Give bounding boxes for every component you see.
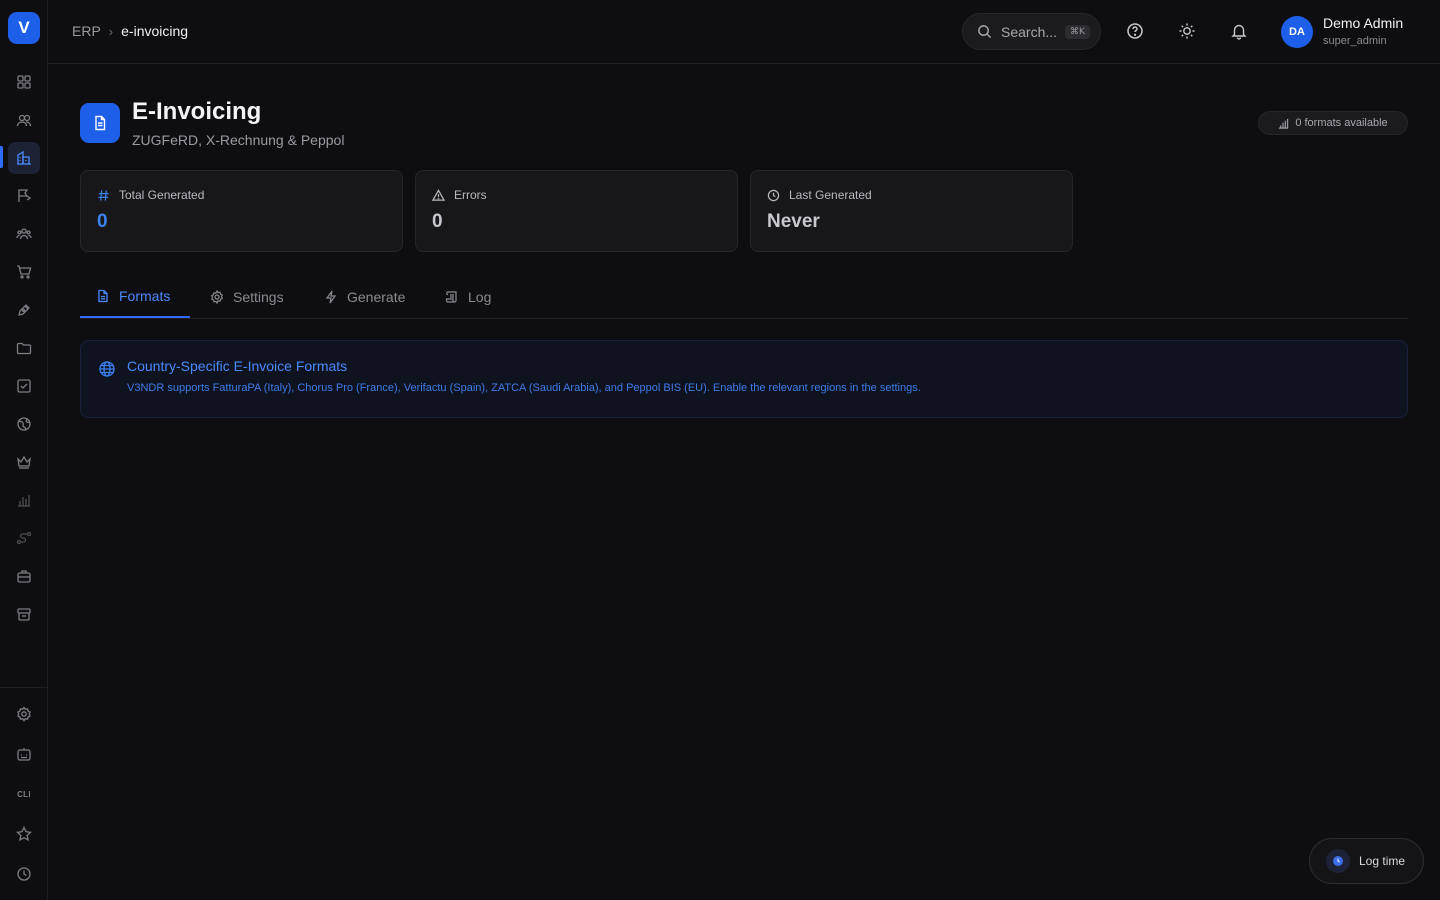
dashboard-grid-icon[interactable] [8, 66, 40, 98]
folder-icon[interactable] [8, 332, 40, 364]
info-title: Country-Specific E-Invoice Formats [127, 358, 348, 374]
chevron-right-icon: › [108, 23, 114, 39]
avatar[interactable]: DA [1281, 16, 1313, 48]
search-placeholder: Search... [1001, 23, 1058, 40]
stat-value: 0 [97, 211, 108, 232]
star-icon[interactable] [8, 818, 40, 850]
tab-generate[interactable]: Generate [308, 275, 421, 318]
stat-card-total-generated: Total Generated 0 [80, 170, 403, 252]
user-role: super_admin [1323, 35, 1387, 47]
cli-button[interactable]: CLI [8, 778, 40, 810]
pen-icon[interactable] [8, 294, 40, 326]
formats-badge: 0 formats available [1258, 111, 1408, 135]
globe-icon[interactable] [8, 408, 40, 440]
tab-label: Settings [233, 288, 284, 305]
user-name[interactable]: Demo Admin [1323, 15, 1403, 31]
cart-icon[interactable] [8, 256, 40, 288]
tab-formats[interactable]: Formats [80, 275, 190, 318]
team-icon[interactable] [8, 218, 40, 250]
log-time-label: Log time [1359, 854, 1406, 868]
page-subtitle: ZUGFeRD, X-Rechnung & Peppol [132, 132, 345, 148]
stat-label: Errors [454, 188, 487, 202]
info-callout: Country-Specific E-Invoice Formats V3NDR… [80, 340, 1408, 418]
breadcrumb: ERP › e-invoicing [72, 23, 188, 39]
tab-settings[interactable]: Settings [194, 275, 300, 318]
page-title: E-Invoicing [132, 98, 262, 125]
globe-icon [98, 360, 116, 378]
sidebar: V CLI [0, 0, 48, 900]
checkbox-icon[interactable] [8, 370, 40, 402]
route-icon[interactable] [8, 522, 40, 554]
gear-icon [210, 289, 233, 304]
hash-icon [97, 189, 119, 202]
settings-icon[interactable] [8, 698, 40, 730]
users-icon[interactable] [8, 104, 40, 136]
bar-chart-icon[interactable] [8, 484, 40, 516]
search-icon [977, 24, 1001, 39]
active-indicator [0, 146, 3, 168]
bar-chart-icon [1278, 118, 1295, 129]
breadcrumb-current: e-invoicing [121, 23, 189, 39]
clock-icon[interactable] [8, 858, 40, 890]
sidebar-divider [0, 687, 47, 688]
document-icon [80, 103, 120, 143]
info-text: V3NDR supports FatturaPA (Italy), Chorus… [127, 382, 921, 394]
stat-label: Total Generated [119, 188, 205, 202]
search-shortcut: ⌘K [1065, 24, 1090, 39]
timer-icon [1326, 849, 1350, 873]
help-icon[interactable] [1126, 22, 1144, 40]
building-icon[interactable] [8, 142, 40, 174]
briefcase-icon[interactable] [8, 560, 40, 592]
crown-icon[interactable] [8, 446, 40, 478]
tab-label: Log [468, 288, 492, 305]
stat-label: Last Generated [789, 188, 872, 202]
stat-value: 0 [432, 211, 443, 232]
clock-icon [767, 189, 789, 202]
tab-label: Generate [347, 288, 406, 305]
sun-icon[interactable] [1178, 22, 1196, 40]
stat-value: Never [767, 211, 820, 232]
bell-icon[interactable] [1230, 22, 1248, 40]
robot-icon[interactable] [8, 738, 40, 770]
app-logo[interactable]: V [8, 12, 40, 44]
formats-badge-label: 0 formats available [1295, 117, 1388, 129]
log-time-button[interactable]: Log time [1309, 838, 1424, 884]
document-icon [96, 289, 119, 303]
top-header: ERP › e-invoicing Search... ⌘K DA Demo A… [48, 0, 1440, 64]
scroll-icon [445, 290, 468, 304]
tab-log[interactable]: Log [429, 275, 507, 318]
tab-bar: Formats Settings Generate Log [80, 275, 1408, 319]
archive-icon[interactable] [8, 598, 40, 630]
bolt-icon [324, 290, 347, 304]
warning-icon [432, 188, 454, 202]
breadcrumb-root[interactable]: ERP [72, 23, 101, 39]
stat-card-errors: Errors 0 [415, 170, 738, 252]
search-input[interactable]: Search... ⌘K [962, 13, 1101, 50]
tab-label: Formats [119, 287, 171, 304]
stat-card-last-generated: Last Generated Never [750, 170, 1073, 252]
flag-icon[interactable] [8, 180, 40, 212]
